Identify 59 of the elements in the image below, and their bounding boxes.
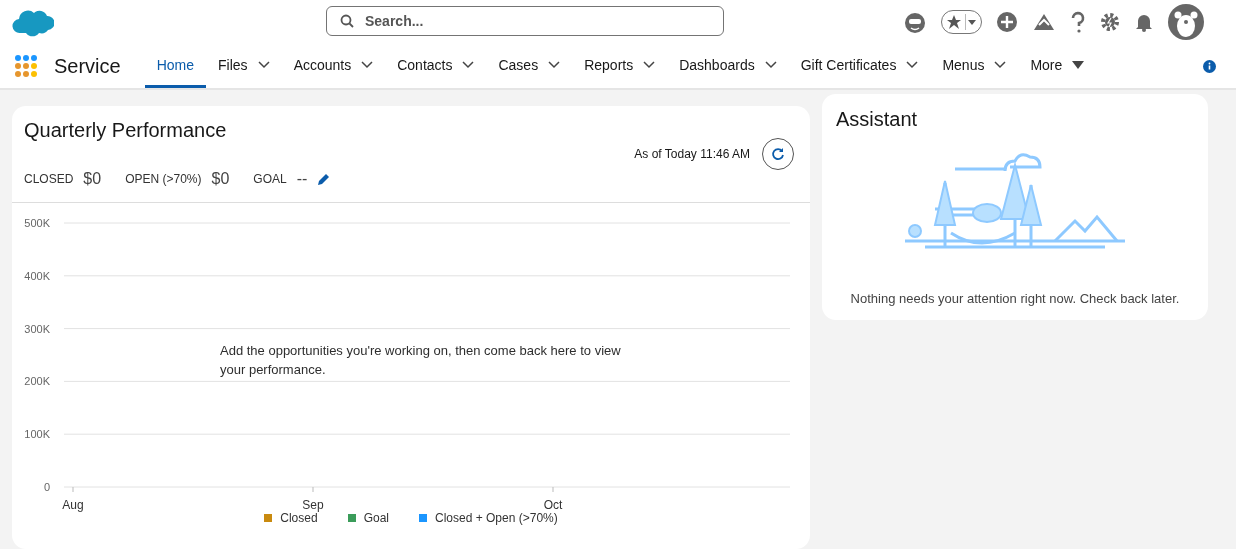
app-name: Service — [54, 54, 121, 78]
caret-icon — [965, 14, 979, 30]
refresh-button[interactable] — [762, 138, 794, 170]
x-axis-label: Aug — [62, 498, 84, 512]
legend-label: Goal — [363, 511, 389, 525]
chevron-down-icon[interactable] — [764, 60, 777, 69]
plus-icon[interactable] — [996, 11, 1018, 33]
chevron-down-icon[interactable] — [361, 60, 374, 69]
caret-down-icon[interactable] — [1072, 60, 1085, 69]
notification-bell-icon[interactable] — [1134, 12, 1154, 32]
pencil-icon[interactable] — [317, 172, 332, 186]
card-title: Assistant — [836, 108, 919, 131]
metric-value: $0 — [211, 170, 230, 188]
y-axis-label: 500K — [24, 217, 50, 229]
nav-tab[interactable]: Contacts — [385, 44, 487, 88]
x-axis-label: Sep — [302, 498, 324, 512]
avatar-icon[interactable] — [1168, 4, 1204, 40]
chevron-down-icon[interactable] — [548, 60, 561, 69]
metric-value: $0 — [83, 170, 102, 188]
chevron-down-icon[interactable] — [643, 60, 656, 69]
metric-value: -- — [296, 170, 308, 188]
nav-tab[interactable]: Dashboards — [667, 44, 789, 88]
metric-label: GOAL — [253, 172, 287, 186]
y-axis-label: 400K — [24, 269, 50, 282]
settings-icon[interactable] — [1100, 12, 1120, 32]
nav-tab[interactable]: Gift Certificates — [788, 44, 931, 88]
chevron-down-icon[interactable] — [462, 60, 475, 69]
y-axis-label: 0 — [43, 481, 50, 493]
nav-tab[interactable]: Menus — [930, 44, 1019, 88]
chevron-down-icon[interactable] — [994, 60, 1007, 69]
card-title: Quarterly Performance — [23, 118, 228, 142]
star-icon — [946, 14, 962, 30]
help-icon[interactable] — [1070, 11, 1086, 33]
empty-state-message: Add the opportunities you're working on, then come back here to view your performance. — [220, 342, 622, 379]
search-field[interactable]: Search... — [326, 6, 724, 36]
mascot-icon[interactable] — [903, 11, 927, 33]
legend-label: Closed — [280, 511, 318, 525]
metric-label: OPEN (>70%) — [125, 172, 202, 186]
y-axis-label: 100K — [24, 428, 50, 441]
chevron-down-icon[interactable] — [257, 60, 270, 69]
y-axis-label: 200K — [24, 375, 50, 388]
refresh-icon — [771, 147, 785, 161]
x-axis-label: Oct — [543, 498, 563, 512]
nav-tab[interactable]: Cases — [486, 44, 573, 88]
nav-tab[interactable]: Reports — [572, 44, 668, 88]
y-axis-label: 300K — [24, 322, 50, 335]
nav-tab[interactable]: Accounts — [281, 44, 386, 88]
mountain-icon[interactable] — [1032, 12, 1056, 32]
nav-tab[interactable]: Files — [206, 44, 282, 88]
search-icon — [340, 14, 354, 28]
chevron-down-icon[interactable] — [906, 60, 919, 69]
nav-tab[interactable]: Home — [144, 44, 207, 88]
timestamp: As of Today 11:46 AM — [634, 147, 750, 161]
app-launcher-icon[interactable] — [14, 54, 38, 78]
empty-state-message: Nothing needs your attention right now. Check back later. — [849, 291, 1181, 306]
info-icon[interactable] — [1203, 59, 1216, 73]
nav-tab[interactable]: More — [1018, 44, 1097, 88]
metric-label: CLOSED — [24, 172, 74, 186]
legend-label: Closed + Open (>70%) — [435, 511, 558, 525]
